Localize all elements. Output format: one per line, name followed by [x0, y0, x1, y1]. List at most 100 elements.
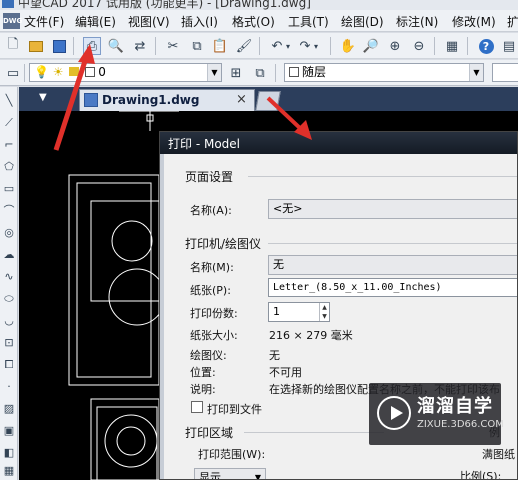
hole-circle-mid — [108, 268, 166, 326]
copies-value: 1 — [273, 305, 280, 318]
zoom-window-icon[interactable]: ⊕ — [386, 37, 404, 55]
color-swatch — [289, 67, 299, 77]
layer-manager-icon[interactable]: ▭ — [4, 64, 22, 82]
insert-block-icon[interactable]: ⊡ — [1, 335, 17, 351]
paper-label: 纸张(P): — [190, 284, 231, 297]
lock-icon — [69, 67, 80, 76]
ellipse-arc-icon[interactable]: ◡ — [1, 313, 17, 329]
lower-inner-frame — [96, 406, 158, 480]
save-icon[interactable] — [50, 37, 68, 55]
polygon-icon[interactable]: ⬠ — [1, 159, 17, 175]
paste-icon[interactable]: 📋 — [211, 37, 229, 55]
outer-frame — [68, 174, 160, 386]
menu-view[interactable]: 视图(V) — [128, 13, 170, 30]
redo-dropdown-icon[interactable]: ▾ — [311, 37, 321, 55]
spline-icon[interactable]: ∿ — [1, 269, 17, 285]
printer-group: 打印机/绘图仪 — [185, 237, 262, 251]
tab-drawing1[interactable]: Drawing1.dwg × — [79, 89, 255, 111]
menu-dimension[interactable]: 标注(N) — [396, 13, 438, 30]
tab-label: Drawing1.dwg — [102, 93, 200, 107]
print-to-file-checkbox[interactable] — [191, 401, 203, 413]
print-preview-icon[interactable]: 🔍 — [107, 37, 125, 55]
polyline-icon[interactable]: ⌐ — [1, 137, 17, 153]
app-logo-icon[interactable]: DWG — [3, 13, 22, 29]
calculator-icon[interactable]: ▦ — [443, 37, 461, 55]
watermark-title: 溜溜自学 — [417, 396, 493, 417]
print-to-file-label: 打印到文件 — [207, 403, 262, 416]
draw-toolbar: ╲ ⟋ ⌐ ⬠ ▭ ⌒ ◎ ☁ ∿ ⬭ ◡ ⊡ ⧠ · ▨ ▣ ◧ ▦ — [0, 87, 18, 480]
zoom-previous-icon[interactable]: ⊖ — [410, 37, 428, 55]
paper-size-label: 纸张大小: — [190, 329, 238, 342]
hole-circle-low — [104, 414, 158, 468]
menu-edit[interactable]: 编辑(E) — [75, 13, 116, 30]
open-folder-icon[interactable] — [27, 37, 45, 55]
ellipse-icon[interactable]: ⬭ — [1, 291, 17, 307]
linetype-value: 随层 — [302, 65, 327, 79]
close-icon[interactable]: × — [236, 92, 247, 107]
copy-icon[interactable]: ⧉ — [188, 37, 206, 55]
menu-extend[interactable]: 扩 — [507, 13, 518, 30]
line-icon[interactable]: ╲ — [1, 93, 17, 109]
layer-combo[interactable]: 💡 ☀ 0 ▼ — [29, 63, 222, 82]
match-properties-icon[interactable]: 🖌 — [235, 37, 253, 55]
menu-tools[interactable]: 工具(T) — [288, 13, 329, 30]
cut-icon[interactable]: ✂ — [164, 37, 182, 55]
menu-file[interactable]: 文件(F) — [24, 13, 64, 30]
scale-label-fragment: 比例(S): — [460, 470, 502, 480]
revcloud-icon[interactable]: ☁ — [1, 247, 17, 263]
watermark-url: ZIXUE.3D66.COM — [417, 419, 504, 430]
region-icon[interactable]: ◧ — [1, 445, 17, 461]
location-value: 不可用 — [269, 366, 302, 379]
point-icon[interactable]: · — [1, 379, 17, 395]
paper-select[interactable]: Letter_(8.50_x_11.00_Inches) — [268, 278, 517, 297]
print-range-label: 打印范围(W): — [198, 448, 266, 461]
printer-name-select[interactable]: 无 — [268, 255, 517, 275]
page-setup-name-select[interactable]: <无> — [268, 199, 517, 219]
document-tab-strip: ▼ Drawing1.dwg × — [19, 87, 518, 111]
description-label: 说明: — [190, 383, 216, 396]
layer-previous-icon[interactable]: ⧉ — [251, 64, 269, 82]
dialog-title: 打印 - Model — [168, 137, 240, 151]
new-file-icon[interactable]: 🗋 — [4, 37, 22, 55]
menu-draw[interactable]: 绘图(D) — [341, 13, 384, 30]
title-bar: 中望CAD 2017 试用版 (功能更丰) - [Drawing1.dwg] — [0, 0, 518, 10]
layer-toolbar: ▭ 💡 ☀ 0 ▼ ⊞ ⧉ 随层 ▼ — [0, 60, 518, 86]
tab-menu-chevron-icon[interactable]: ▼ — [39, 92, 51, 106]
menu-modify[interactable]: 修改(M) — [452, 13, 496, 30]
lightbulb-icon: 💡 — [34, 65, 49, 79]
zoom-realtime-icon[interactable]: 🔎 — [362, 37, 380, 55]
new-tab-button[interactable] — [255, 91, 281, 111]
lineweight-combo[interactable] — [492, 63, 518, 82]
fit-to-paper-fragment: 满图纸 — [482, 448, 515, 461]
hatch-icon[interactable]: ▨ — [1, 401, 17, 417]
help-icon[interactable]: ? — [477, 37, 495, 55]
table-icon[interactable]: ▦ — [1, 463, 17, 479]
circle-icon[interactable]: ◎ — [1, 225, 17, 241]
page-setup-group: 页面设置 — [185, 170, 234, 184]
pan-hand-icon[interactable]: ✋ — [339, 37, 357, 55]
menu-format[interactable]: 格式(O) — [232, 13, 275, 30]
arc-icon[interactable]: ⌒ — [1, 203, 17, 219]
spin-down-icon[interactable]: ▼ — [320, 312, 329, 321]
rectangle-icon[interactable]: ▭ — [1, 181, 17, 197]
copies-label: 打印份数: — [190, 307, 238, 320]
make-block-icon[interactable]: ⧠ — [1, 357, 17, 373]
color-linetype-combo[interactable]: 随层 ▼ — [284, 63, 484, 82]
extra-toolbar-icon[interactable]: ▤ — [500, 37, 518, 55]
spin-up-icon[interactable]: ▲ — [320, 303, 329, 312]
window-title: 中望CAD 2017 试用版 (功能更丰) - [Drawing1.dwg] — [18, 0, 311, 10]
menu-insert[interactable]: 插入(I) — [181, 13, 218, 30]
copies-stepper[interactable]: 1 ▲ ▼ — [268, 302, 330, 322]
print-icon[interactable]: ⎙ — [83, 37, 101, 55]
spin-buttons[interactable]: ▲ ▼ — [319, 303, 329, 321]
dwg-file-icon — [84, 93, 98, 107]
play-logo-icon — [377, 396, 411, 430]
plotter-value: 无 — [269, 349, 280, 362]
dialog-title-bar[interactable]: 打印 - Model — [160, 132, 517, 154]
print-range-select[interactable]: 显示 ▼ — [194, 468, 266, 479]
publish-icon[interactable]: ⇄ — [131, 37, 149, 55]
gradient-icon[interactable]: ▣ — [1, 423, 17, 439]
undo-dropdown-icon[interactable]: ▾ — [283, 37, 293, 55]
make-current-layer-icon[interactable]: ⊞ — [227, 64, 245, 82]
ray-icon[interactable]: ⟋ — [1, 115, 17, 131]
